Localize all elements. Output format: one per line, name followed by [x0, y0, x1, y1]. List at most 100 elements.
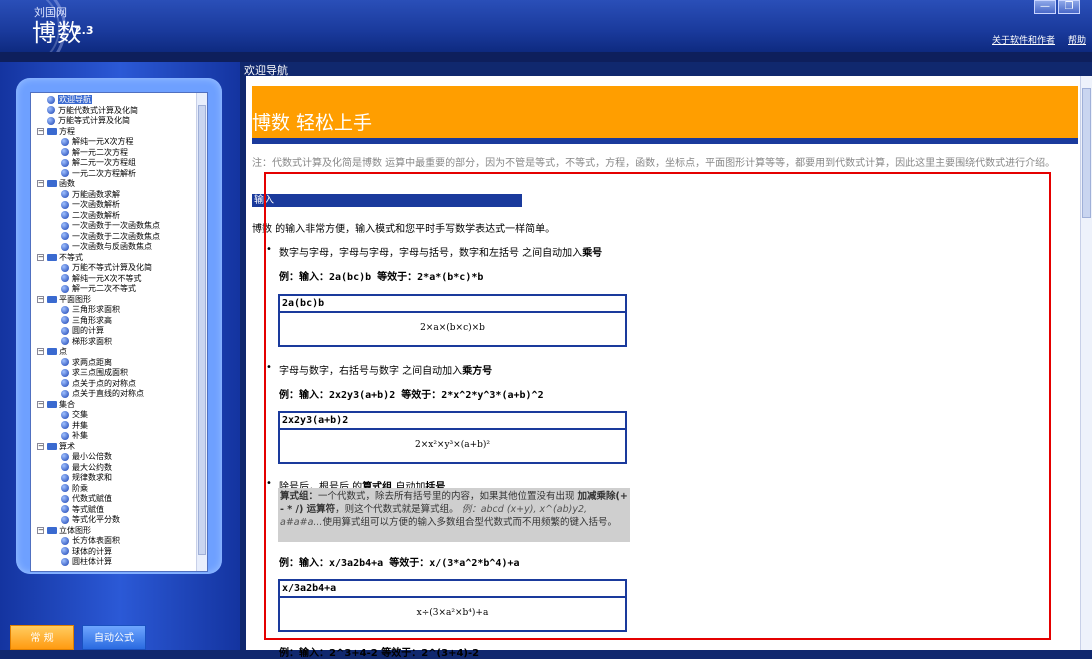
- collapse-icon[interactable]: −: [37, 180, 44, 187]
- tree-item[interactable]: 二次函数解析: [61, 211, 120, 221]
- collapse-icon[interactable]: −: [37, 348, 44, 355]
- tree-item[interactable]: 求两点距离: [61, 358, 112, 368]
- item-icon: [61, 305, 69, 314]
- tree-item-label: 函数: [59, 179, 75, 188]
- tree-item[interactable]: 解一元二次不等式: [61, 284, 136, 294]
- item-icon: [61, 263, 69, 272]
- folder-icon: [47, 253, 57, 261]
- tree-item-label: 交集: [72, 410, 88, 419]
- tree-item[interactable]: 最大公约数: [61, 463, 112, 473]
- item-icon: [61, 379, 69, 387]
- tree-item[interactable]: − 点: [37, 347, 67, 357]
- tree-item[interactable]: 等式赋值: [61, 505, 104, 515]
- folder-icon: [47, 348, 57, 355]
- restore-button[interactable]: ❐: [1058, 0, 1080, 14]
- about-link[interactable]: 关于软件和作者: [992, 33, 1055, 46]
- item-icon: [61, 452, 69, 461]
- tree-item[interactable]: 万能函数求解: [61, 190, 120, 200]
- tree-item[interactable]: − 方程: [37, 127, 75, 137]
- banner-underline: [252, 138, 1078, 144]
- content-scrollbar[interactable]: [1080, 76, 1092, 650]
- tree-item-label: 等式化平分数: [72, 515, 120, 524]
- collapse-icon[interactable]: −: [37, 295, 44, 303]
- tree-item[interactable]: 规律数求和: [61, 473, 112, 483]
- tree-item[interactable]: 万能代数式计算及化简: [47, 106, 138, 116]
- folder-icon: [47, 127, 57, 135]
- tree-item[interactable]: 求三点围成面积: [61, 368, 128, 378]
- tree-item[interactable]: 解纯一元X次不等式: [61, 274, 141, 284]
- tree-item[interactable]: − 不等式: [37, 253, 83, 263]
- tree-item[interactable]: 一次函数与反函数焦点: [61, 242, 152, 252]
- tree-scrollbar[interactable]: [196, 93, 207, 571]
- tree-item-label: 点关于直线的对称点: [72, 389, 144, 398]
- tree-item[interactable]: − 算术: [37, 442, 75, 452]
- tree-item-label: 万能等式计算及化简: [58, 116, 130, 125]
- tree-item-label: 长方体表面积: [72, 536, 120, 545]
- tree-item[interactable]: 解纯一元X次方程: [61, 137, 133, 147]
- collapse-icon[interactable]: −: [37, 253, 44, 261]
- tree-item[interactable]: − 立体图形: [37, 526, 91, 536]
- tree-item[interactable]: 一次函数解析: [61, 200, 120, 210]
- item-icon: [61, 494, 69, 503]
- tree-item[interactable]: 交集: [61, 410, 88, 420]
- tree-item-label: 补集: [72, 431, 88, 440]
- intro-note: 注：代数式计算及化简是博数 运算中最重要的部分，因为不管是等式，不等式，方程，函…: [252, 158, 1056, 169]
- item-icon: [47, 106, 55, 114]
- tree-item-label: 求两点距离: [72, 357, 112, 367]
- tree-item[interactable]: 一次函数于二次函数焦点: [61, 232, 160, 242]
- tree-item[interactable]: 圆柱体计算: [61, 557, 112, 567]
- tree-item-label: 三角形求高: [72, 315, 112, 325]
- content-scroll-thumb[interactable]: [1082, 88, 1091, 218]
- item-icon: [61, 536, 69, 545]
- item-icon: [61, 368, 69, 377]
- tree-item[interactable]: 三角形求高: [61, 316, 112, 326]
- auto-formula-button[interactable]: 自动公式: [82, 625, 146, 650]
- collapse-icon[interactable]: −: [37, 127, 44, 135]
- tree-item[interactable]: 一次函数于一次函数焦点: [61, 221, 160, 231]
- tree-item-label: 算术: [59, 441, 75, 451]
- tree-item[interactable]: 万能不等式计算及化简: [61, 263, 152, 273]
- tree-item[interactable]: 等式化平分数: [61, 515, 120, 525]
- tree-item-label: 最小公倍数: [72, 452, 112, 461]
- tree-item[interactable]: 阶乘: [61, 484, 88, 494]
- tree-item[interactable]: 三角形求面积: [61, 305, 120, 315]
- tree-item-label: 一次函数于二次函数焦点: [72, 231, 160, 241]
- tree-item[interactable]: 并集: [61, 421, 88, 431]
- tree-item[interactable]: − 函数: [37, 179, 75, 189]
- tree-item[interactable]: 解一元二次方程: [61, 148, 128, 158]
- tree-item[interactable]: 解二元一次方程组: [61, 158, 136, 168]
- tree-item-label: 并集: [72, 420, 88, 430]
- item-icon: [61, 274, 69, 282]
- tree-item[interactable]: 圆的计算: [61, 326, 104, 336]
- tree-item[interactable]: 代数式赋值: [61, 494, 112, 504]
- tree-item[interactable]: 长方体表面积: [61, 536, 120, 546]
- tree-item-label: 等式赋值: [72, 504, 104, 514]
- item-icon: [61, 515, 69, 524]
- collapse-icon[interactable]: −: [37, 526, 44, 534]
- tree-item[interactable]: − 平面图形: [37, 295, 91, 305]
- tree-scroll-thumb[interactable]: [198, 105, 206, 555]
- tree-item-label: 集合: [59, 399, 75, 409]
- normal-mode-button[interactable]: 常 规: [10, 625, 74, 650]
- tree-item[interactable]: 点关于直线的对称点: [61, 389, 144, 399]
- tree-item-label: 最大公约数: [72, 462, 112, 472]
- tree-item[interactable]: 补集: [61, 431, 88, 441]
- tree-item[interactable]: 欢迎导航: [47, 95, 92, 105]
- item-icon: [61, 232, 69, 240]
- item-icon: [61, 463, 69, 471]
- tree-item-label: 解纯一元X次不等式: [72, 273, 142, 283]
- tree-item[interactable]: 万能等式计算及化简: [47, 116, 130, 126]
- collapse-icon[interactable]: −: [37, 442, 44, 450]
- collapse-icon[interactable]: −: [37, 400, 44, 408]
- minimize-button[interactable]: —: [1034, 0, 1056, 14]
- tree-item[interactable]: − 集合: [37, 400, 75, 410]
- tree-item[interactable]: 一元二次方程解析: [61, 169, 136, 179]
- tree-item[interactable]: 点关于点的对称点: [61, 379, 136, 389]
- tree-item[interactable]: 梯形求面积: [61, 337, 112, 347]
- tree-item-label: 解纯一元X次方程: [72, 137, 134, 146]
- tree-item[interactable]: 最小公倍数: [61, 452, 112, 462]
- tree-item-label: 立体图形: [59, 525, 91, 535]
- tree-item[interactable]: 球体的计算: [61, 547, 112, 557]
- item-icon: [61, 316, 69, 324]
- help-link[interactable]: 帮助: [1068, 33, 1086, 46]
